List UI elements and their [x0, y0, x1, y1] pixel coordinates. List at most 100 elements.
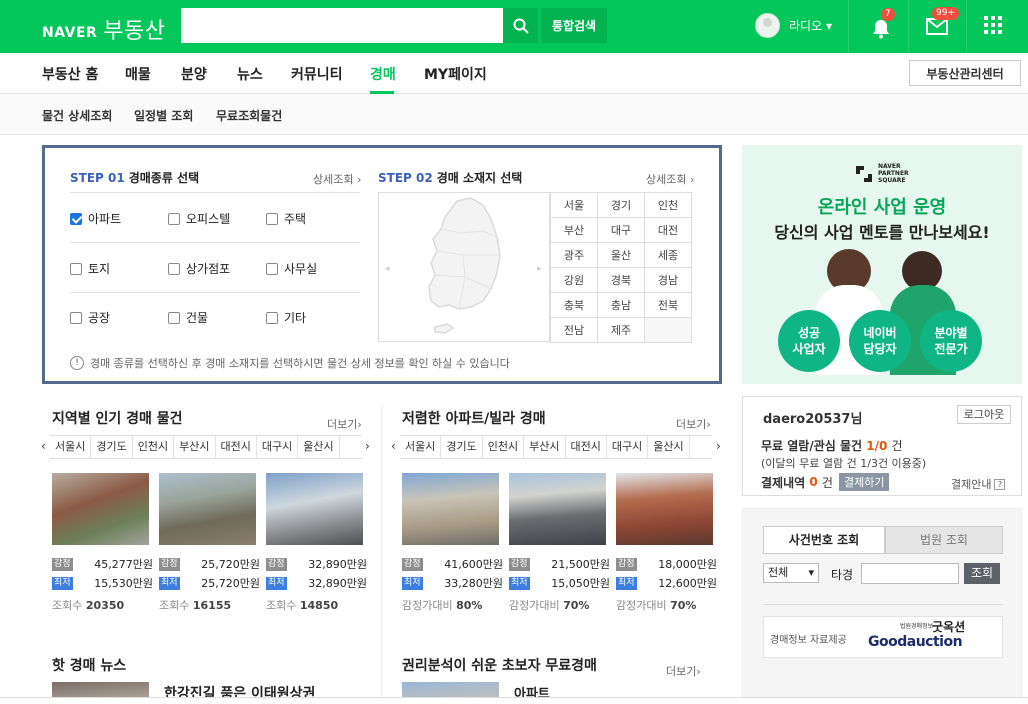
manager-center-button[interactable]: 부동산관리센터: [909, 60, 1021, 86]
integrated-search-button[interactable]: 통합검색: [541, 8, 607, 43]
nav-mypage[interactable]: MY페이지: [424, 64, 487, 84]
tab-incheon[interactable]: 인천시: [483, 436, 525, 458]
case-search-button[interactable]: 조회: [964, 563, 1000, 584]
step1-detail-link[interactable]: 상세조회 ›: [313, 171, 361, 187]
avatar[interactable]: [755, 13, 780, 38]
step2-detail-link[interactable]: 상세조회 ›: [646, 171, 694, 187]
tab-daejeon[interactable]: 대전시: [566, 436, 607, 458]
horizontal-scrollbar[interactable]: [0, 697, 1028, 704]
tab-gyeonggi[interactable]: 경기도: [441, 436, 483, 458]
checkbox-store[interactable]: 상가점포: [168, 260, 230, 277]
tab-case-number[interactable]: 사건번호 조회: [763, 526, 885, 554]
cheap-more-link[interactable]: 더보기›: [676, 416, 711, 432]
region-daegu[interactable]: 대구: [597, 217, 645, 243]
search-input[interactable]: [181, 8, 503, 43]
naver-logo[interactable]: NAVER 부동산: [42, 12, 166, 44]
tab-busan[interactable]: 부산시: [524, 436, 566, 458]
ad-circle-expert: 분야별 전문가: [920, 310, 982, 372]
region-gangwon[interactable]: 강원: [550, 267, 598, 293]
tab-incheon[interactable]: 인천시: [133, 436, 175, 458]
property-photo[interactable]: [616, 473, 713, 545]
nav-news[interactable]: 뉴스: [237, 64, 263, 84]
chevron-right-icon[interactable]: ›: [716, 439, 721, 453]
payment-guide-link[interactable]: 결제안내?: [951, 476, 1006, 492]
tab-daegu[interactable]: 대구시: [607, 436, 649, 458]
region-empty: [644, 317, 692, 343]
region-incheon[interactable]: 인천: [644, 192, 692, 218]
search-button[interactable]: [503, 8, 538, 43]
checkbox-house[interactable]: 주택: [266, 210, 306, 227]
checkbox-office[interactable]: 사무실: [266, 260, 317, 277]
region-sejong[interactable]: 세종: [644, 242, 692, 268]
beginner-more-link[interactable]: 더보기›: [666, 663, 701, 679]
checkbox-etc[interactable]: 기타: [266, 309, 306, 326]
case-search-panel: 사건번호 조회 법원 조회 전체 ▾ 타경 조회 경매정보 자료제공 법원경매정보…: [742, 508, 1022, 704]
svg-text:◂: ◂: [385, 264, 390, 274]
korea-map-icon: ◂ ▸: [385, 197, 542, 334]
region-chungnam[interactable]: 충남: [597, 292, 645, 318]
nav-listings[interactable]: 매물: [125, 64, 151, 84]
chevron-left-icon[interactable]: ‹: [391, 439, 396, 453]
region-gyeonggi[interactable]: 경기: [597, 192, 645, 218]
property-photo[interactable]: [52, 473, 149, 545]
checkbox-factory[interactable]: 공장: [70, 309, 110, 326]
tab-seoul[interactable]: 서울시: [400, 436, 442, 458]
min-price: 최저 15,530만원: [52, 576, 153, 590]
tab-ulsan[interactable]: 울산시: [648, 436, 690, 458]
subnav-free[interactable]: 무료조회물건: [216, 107, 282, 124]
region-table: 서울 경기 인천 부산 대구 대전 광주 울산 세종 강원 경북 경남 충북 충남 전북 전남 제주: [550, 192, 692, 343]
nav-auction[interactable]: 경매: [370, 64, 396, 84]
tab-daegu[interactable]: 대구시: [257, 436, 299, 458]
chevron-right-icon[interactable]: ›: [365, 439, 370, 453]
notification-button[interactable]: 7: [869, 8, 895, 39]
region-chungbuk[interactable]: 충북: [550, 292, 598, 318]
app-grid-icon[interactable]: [984, 16, 1002, 34]
nav-presale[interactable]: 분양: [181, 64, 207, 84]
region-daejeon[interactable]: 대전: [644, 217, 692, 243]
subnav-schedule[interactable]: 일정별 조회: [134, 107, 193, 124]
chevron-left-icon[interactable]: ‹: [41, 439, 46, 453]
popular-more-link[interactable]: 더보기›: [327, 416, 362, 432]
region-gyeongbuk[interactable]: 경북: [597, 267, 645, 293]
region-jeonnam[interactable]: 전남: [550, 317, 598, 343]
property-photo[interactable]: [266, 473, 363, 545]
region-busan[interactable]: 부산: [550, 217, 598, 243]
property-photo[interactable]: [159, 473, 256, 545]
data-provider-box[interactable]: 경매정보 자료제공 법원경매정보 굿옥션 Goodauction: [763, 616, 1003, 658]
logout-button[interactable]: 로그아웃: [957, 405, 1011, 424]
case-year-select[interactable]: 전체 ▾: [763, 563, 819, 583]
region-gwangju[interactable]: 광주: [550, 242, 598, 268]
checkbox-building[interactable]: 건물: [168, 309, 208, 326]
case-number-input[interactable]: [861, 563, 959, 584]
subnav-detail[interactable]: 물건 상세조회: [42, 107, 112, 124]
tab-ulsan[interactable]: 울산시: [298, 436, 340, 458]
exclamation-icon: !: [70, 356, 84, 370]
tab-gyeonggi[interactable]: 경기도: [91, 436, 133, 458]
checkbox-apartment[interactable]: 아파트: [70, 210, 121, 227]
ad-circle-manager: 네이버 담당자: [849, 310, 911, 372]
nav-home[interactable]: 부동산 홈: [42, 64, 98, 84]
region-jeju[interactable]: 제주: [597, 317, 645, 343]
cheap-region-tabs: 서울시 경기도 인천시 부산시 대전시 대구시 울산시: [400, 435, 712, 459]
region-ulsan[interactable]: 울산: [597, 242, 645, 268]
korea-map[interactable]: ◂ ▸: [378, 192, 550, 342]
region-seoul[interactable]: 서울: [550, 192, 598, 218]
user-menu[interactable]: 라디오 ▾: [789, 17, 832, 34]
pay-button[interactable]: 결제하기: [838, 473, 890, 491]
tab-seoul[interactable]: 서울시: [50, 436, 92, 458]
goodauction-logo: 법원경매정보 굿옥션 Goodauction: [868, 620, 966, 650]
partner-square-ad[interactable]: NAVER PARTNER SQUARE 온라인 사업 운영 당신의 사업 멘토를 …: [742, 145, 1022, 384]
property-photo[interactable]: [509, 473, 606, 545]
checkbox-land[interactable]: 토지: [70, 260, 110, 277]
property-photo[interactable]: [402, 473, 499, 545]
checkbox-checked-icon: [70, 212, 82, 225]
region-jeonbuk[interactable]: 전북: [644, 292, 692, 318]
checkbox-officetel[interactable]: 오피스텔: [168, 210, 230, 227]
case-prefix-label: 타경: [831, 568, 854, 582]
tab-busan[interactable]: 부산시: [174, 436, 216, 458]
tab-court[interactable]: 법원 조회: [885, 526, 1003, 554]
tab-daejeon[interactable]: 대전시: [216, 436, 257, 458]
region-gyeongnam[interactable]: 경남: [644, 267, 692, 293]
partner-logo: NAVER PARTNER SQUARE: [854, 163, 909, 184]
nav-community[interactable]: 커뮤니티: [291, 64, 343, 84]
